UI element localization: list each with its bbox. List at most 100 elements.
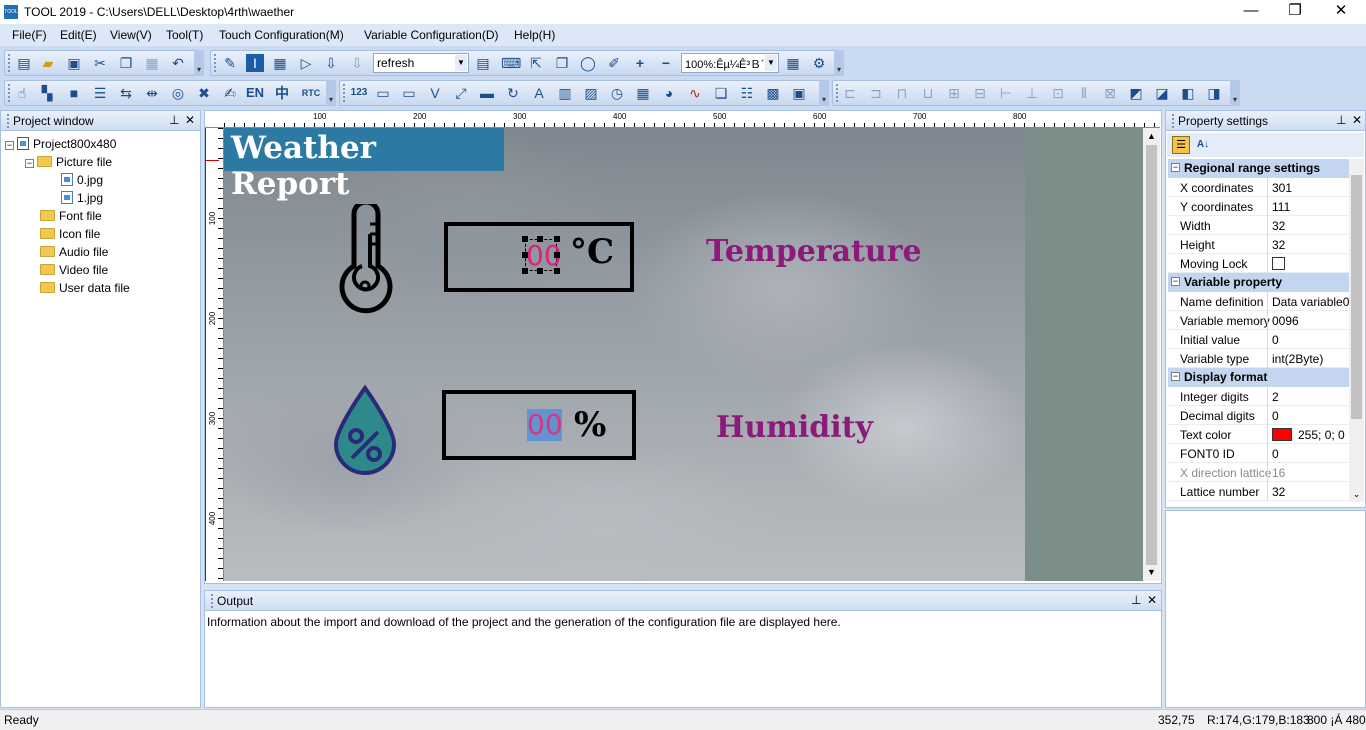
menu-edit[interactable]: Edit(E) bbox=[60, 28, 97, 42]
menu-tool[interactable]: Tool(T) bbox=[166, 28, 203, 42]
selection-handle[interactable] bbox=[554, 268, 560, 274]
property-row[interactable]: Name definition Data variable0 bbox=[1168, 292, 1349, 311]
undo-icon[interactable]: ↶ bbox=[169, 54, 187, 72]
moving-lock-checkbox[interactable] bbox=[1272, 257, 1285, 270]
close-panel-icon[interactable]: ✕ bbox=[185, 113, 195, 127]
align-center-icon[interactable]: ⊞ bbox=[945, 84, 963, 102]
image-icon[interactable]: ▨ bbox=[582, 84, 600, 102]
progress-icon[interactable]: ▬ bbox=[478, 84, 496, 102]
panel-grip[interactable] bbox=[7, 114, 9, 128]
align-bottom-icon[interactable]: ⊔ bbox=[919, 84, 937, 102]
property-value[interactable]: 0 bbox=[1267, 330, 1349, 349]
keyboard-icon[interactable]: ▦ bbox=[271, 54, 289, 72]
tools-icon[interactable]: ✎ bbox=[221, 54, 239, 72]
property-row[interactable]: Width 32 bbox=[1168, 216, 1349, 235]
property-group[interactable]: − Variable property bbox=[1168, 273, 1349, 292]
menu-variable-configuration[interactable]: Variable Configuration(D) bbox=[364, 28, 499, 42]
property-row[interactable]: X coordinates 301 bbox=[1168, 178, 1349, 197]
panel-grip[interactable] bbox=[1172, 114, 1174, 128]
english-button[interactable]: EN bbox=[246, 84, 264, 102]
circle-icon[interactable]: ◎ bbox=[169, 84, 187, 102]
space-h-icon[interactable]: ⊡ bbox=[1049, 84, 1067, 102]
humidity-value[interactable]: 00 bbox=[527, 409, 563, 441]
collapse-icon[interactable]: − bbox=[25, 159, 34, 168]
new-icon[interactable]: ▤ bbox=[15, 54, 33, 72]
copy-icon[interactable]: ❐ bbox=[117, 54, 135, 72]
property-row[interactable]: Height 32 bbox=[1168, 235, 1349, 254]
download-icon[interactable]: ⇩ bbox=[348, 54, 366, 72]
font-icon[interactable]: A bbox=[530, 84, 548, 102]
toolbar-grip[interactable] bbox=[343, 84, 346, 102]
property-value[interactable]: 0 bbox=[1267, 444, 1349, 463]
same-height-icon[interactable]: ⊥ bbox=[1023, 84, 1041, 102]
menu-view[interactable]: View(V) bbox=[110, 28, 152, 42]
align-right-icon[interactable]: ⊐ bbox=[867, 84, 885, 102]
property-value[interactable]: 301 bbox=[1267, 178, 1349, 197]
tree-file[interactable]: 1.jpg bbox=[61, 189, 103, 207]
property-row[interactable]: X direction lattice 16 bbox=[1168, 463, 1349, 482]
scroll-down-icon[interactable]: ⌄ bbox=[1349, 487, 1364, 502]
backward-icon[interactable]: ◨ bbox=[1205, 84, 1223, 102]
counter-icon[interactable]: ▦ bbox=[634, 84, 652, 102]
property-row[interactable]: Text color 255; 0; 0 bbox=[1168, 425, 1349, 444]
toolbar-overflow-icon[interactable]: ▾ bbox=[194, 50, 204, 76]
pie-icon[interactable]: ◕ bbox=[660, 84, 678, 102]
toolbar-overflow-icon[interactable]: ▾ bbox=[326, 80, 336, 106]
import-icon[interactable]: ⇩ bbox=[322, 54, 340, 72]
property-row[interactable]: Lattice number 32 bbox=[1168, 482, 1349, 501]
keyboard-settings-icon[interactable]: ⌨ bbox=[501, 54, 521, 72]
property-value[interactable]: 255; 0; 0 bbox=[1267, 425, 1349, 444]
pin-icon[interactable]: ⊥ bbox=[1131, 593, 1141, 607]
export-icon[interactable]: ⇱ bbox=[527, 54, 545, 72]
grid-icon[interactable]: ▚ bbox=[38, 84, 56, 102]
text-cursor-icon[interactable]: I bbox=[246, 54, 264, 72]
selection-handle[interactable] bbox=[537, 236, 543, 242]
toolbar-grip[interactable] bbox=[214, 54, 217, 72]
menu-help[interactable]: Help(H) bbox=[514, 28, 555, 42]
tree-file[interactable]: 0.jpg bbox=[61, 171, 103, 189]
settings-icon[interactable]: ⚙ bbox=[810, 54, 828, 72]
button-icon[interactable]: ■ bbox=[65, 84, 83, 102]
scroll-up-icon[interactable]: ▲ bbox=[1143, 128, 1160, 145]
wrench-icon[interactable]: ✖ bbox=[195, 84, 213, 102]
pin-icon[interactable]: ⊥ bbox=[169, 113, 179, 127]
property-value[interactable]: 0096 bbox=[1267, 311, 1349, 330]
tree-folder-icon[interactable]: Icon file bbox=[40, 225, 100, 243]
collapse-icon[interactable]: − bbox=[1171, 372, 1180, 381]
tree-folder-picture[interactable]: − Picture file bbox=[25, 153, 112, 171]
toolbar-overflow-icon[interactable]: ▾ bbox=[819, 80, 829, 106]
save-icon[interactable]: ▣ bbox=[65, 54, 83, 72]
selection-handle[interactable] bbox=[522, 268, 528, 274]
calculator-icon[interactable]: ▦ bbox=[784, 54, 802, 72]
same-width-icon[interactable]: ⊢ bbox=[997, 84, 1015, 102]
collapse-icon[interactable]: − bbox=[1171, 163, 1180, 172]
scroll-thumb[interactable] bbox=[1351, 175, 1362, 419]
editor-scrollbar[interactable]: ▲ ▼ bbox=[1143, 128, 1160, 581]
tree-folder-audio[interactable]: Audio file bbox=[40, 243, 108, 261]
toolbar-grip[interactable] bbox=[836, 84, 839, 102]
slider-icon[interactable]: ⇆ bbox=[117, 84, 135, 102]
tree-folder-font[interactable]: Font file bbox=[40, 207, 102, 225]
tree-root[interactable]: − Project800x480 bbox=[5, 135, 116, 153]
panel-grip[interactable] bbox=[211, 594, 213, 608]
selection-handle[interactable] bbox=[554, 236, 560, 242]
toolbar-grip[interactable] bbox=[8, 84, 11, 102]
toolbar-overflow-icon[interactable]: ▾ bbox=[834, 50, 844, 76]
refresh-icon[interactable]: ↻ bbox=[504, 84, 522, 102]
data-icon[interactable]: ▥ bbox=[556, 84, 574, 102]
design-canvas[interactable]: Weather Report 00 °C Temperature 00 % Hu… bbox=[224, 128, 1025, 581]
property-group[interactable]: − Regional range settings bbox=[1168, 159, 1349, 178]
search-icon[interactable]: ◯ bbox=[579, 54, 597, 72]
property-value[interactable]: 32 bbox=[1267, 235, 1349, 254]
categorized-icon[interactable]: ☰ bbox=[1172, 136, 1190, 154]
curve-icon[interactable]: ∿ bbox=[686, 84, 704, 102]
menu-file[interactable]: File(F) bbox=[12, 28, 47, 42]
close-button[interactable]: ✕ bbox=[1318, 0, 1364, 24]
copy-layer-icon[interactable]: ❏ bbox=[712, 84, 730, 102]
sort-alpha-icon[interactable]: A↓ bbox=[1194, 136, 1212, 154]
align-left-icon[interactable]: ⊏ bbox=[841, 84, 859, 102]
list-icon[interactable]: ☰ bbox=[91, 84, 109, 102]
pin-icon[interactable]: ⊥ bbox=[1336, 113, 1346, 127]
tree-folder-video[interactable]: Video file bbox=[40, 261, 108, 279]
close-panel-icon[interactable]: ✕ bbox=[1147, 593, 1157, 607]
